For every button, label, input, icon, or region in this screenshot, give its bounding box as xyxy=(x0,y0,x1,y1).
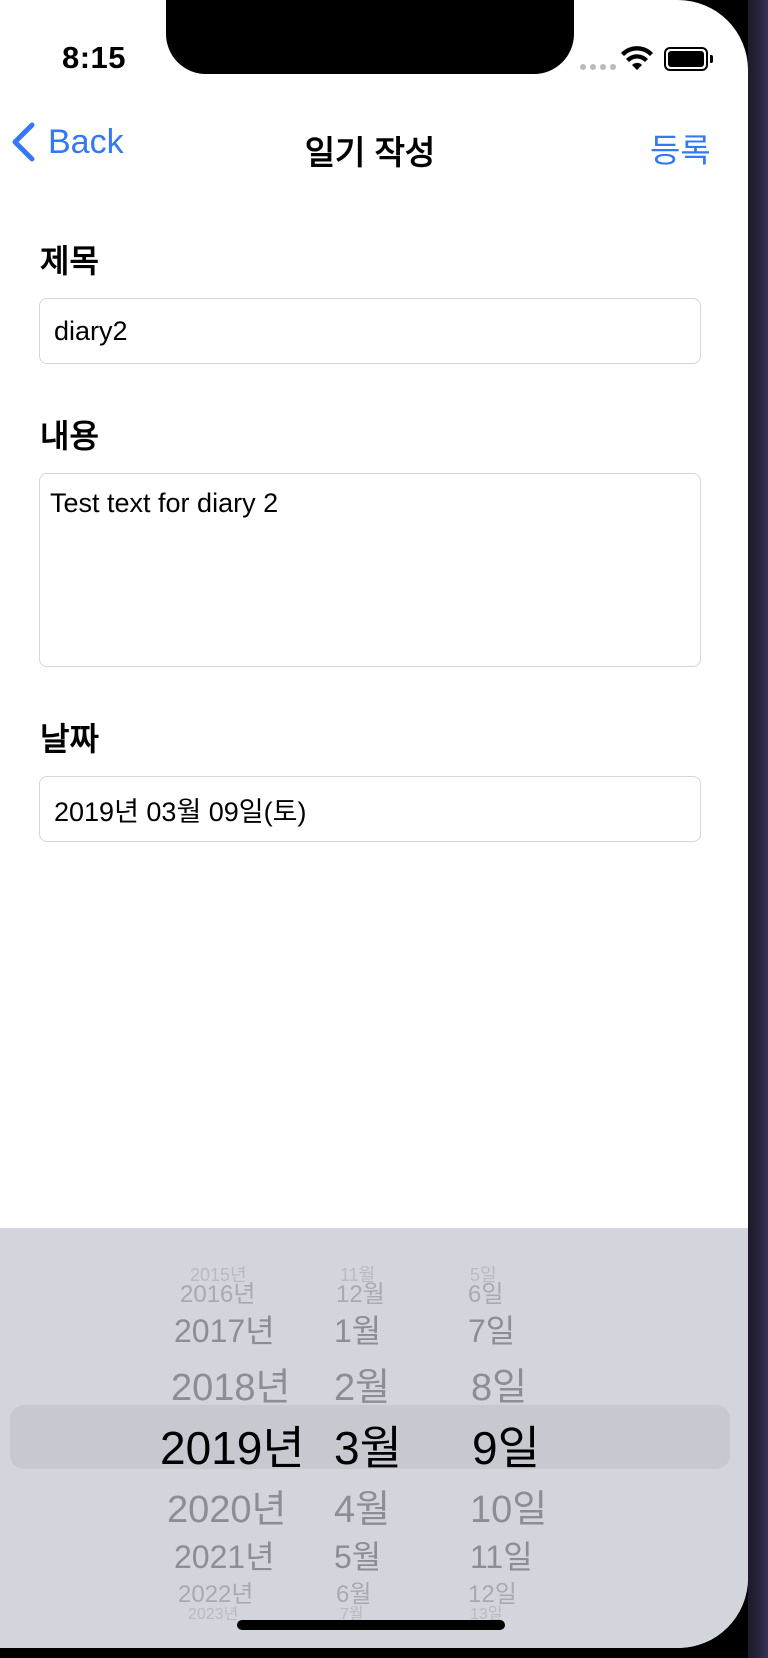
date-picker[interactable]: 2015년 2016년 2017년 2018년 2019년 2020년 2021… xyxy=(0,1228,748,1648)
content-textarea[interactable]: Test text for diary 2 xyxy=(39,473,701,667)
date-label: 날짜 xyxy=(40,721,99,757)
chevron-left-icon xyxy=(12,122,35,162)
wifi-icon xyxy=(621,46,653,70)
back-button-label: Back xyxy=(48,122,124,161)
device-bezel xyxy=(748,0,768,1658)
picker-day-option[interactable]: 6일 xyxy=(468,1274,503,1309)
picker-day-option-selected[interactable]: 9일 xyxy=(472,1412,540,1478)
status-time: 8:15 xyxy=(61,40,127,75)
cellular-signal-icon xyxy=(580,64,616,70)
page-title: 일기 작성 xyxy=(304,134,436,171)
content-label: 내용 xyxy=(40,418,99,454)
picker-day-option[interactable]: 7일 xyxy=(468,1306,515,1352)
picker-day-option[interactable]: 8일 xyxy=(471,1356,527,1411)
app-screen: 8:15 Back 일기 작성 등록 제목 diary2 내용 Test tex… xyxy=(0,0,748,1648)
picker-day-option[interactable]: 11일 xyxy=(470,1532,533,1578)
picker-day-column[interactable]: 5일 6일 7일 8일 9일 10일 11일 12일 13일 xyxy=(0,1228,748,1648)
register-button[interactable]: 등록 xyxy=(650,124,711,172)
device-notch xyxy=(166,0,574,74)
title-input-value: diary2 xyxy=(54,315,128,346)
picker-day-option[interactable]: 10일 xyxy=(470,1478,547,1533)
date-input-value: 2019년 03월 09일(토) xyxy=(54,796,307,827)
title-input[interactable]: diary2 xyxy=(39,298,701,364)
title-label: 제목 xyxy=(40,243,99,279)
battery-icon xyxy=(664,47,713,71)
content-textarea-value: Test text for diary 2 xyxy=(50,488,279,518)
back-button[interactable]: Back xyxy=(10,122,124,162)
date-input[interactable]: 2019년 03월 09일(토) xyxy=(39,776,701,842)
home-indicator[interactable] xyxy=(237,1620,505,1630)
